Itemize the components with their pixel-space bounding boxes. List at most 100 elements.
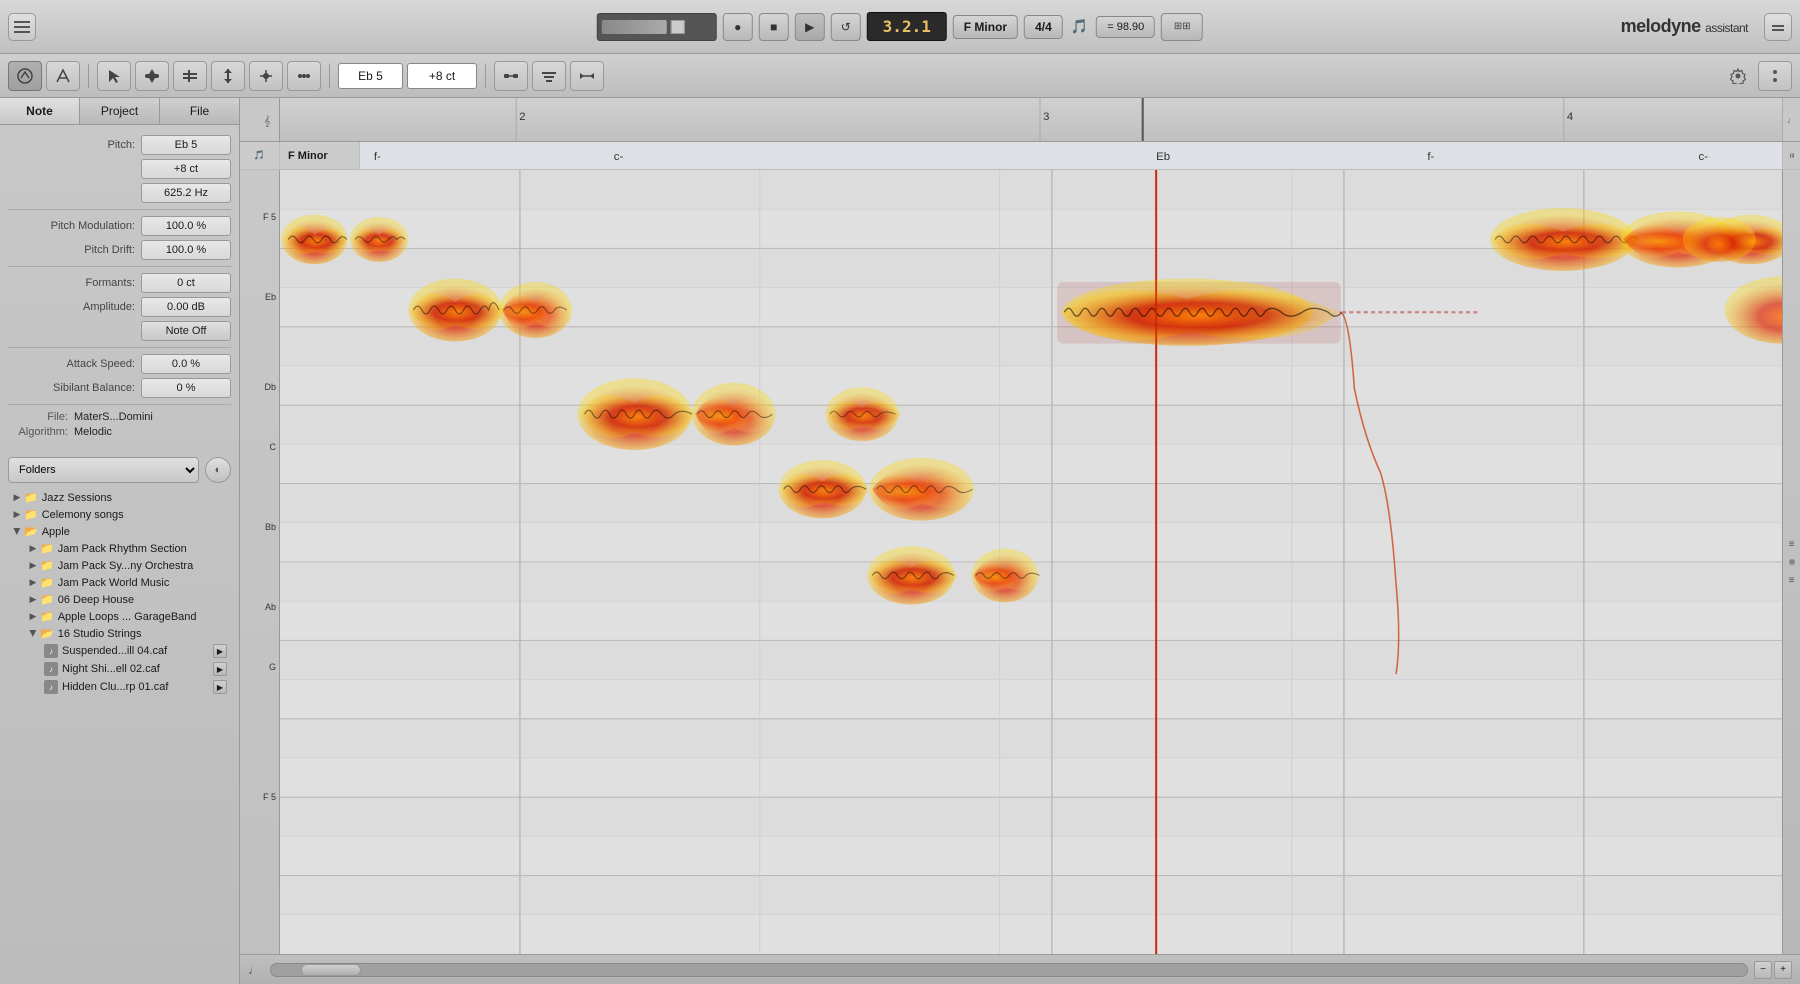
tool-align-button[interactable]	[532, 61, 566, 91]
pitch-drift-value[interactable]: 100.0 %	[141, 240, 231, 260]
tree-item-apple[interactable]: ▶ 📂 Apple	[8, 523, 231, 540]
tab-project[interactable]: Project	[80, 98, 160, 124]
tree-item-symphony[interactable]: ▶ 📁 Jam Pack Sy...ny Orchestra	[24, 557, 231, 574]
tree-item-rhythm[interactable]: ▶ 📁 Jam Pack Rhythm Section	[24, 540, 231, 557]
top-bar-right: melodyne assistant	[1621, 13, 1792, 41]
file-item-hidden[interactable]: ♪ Hidden Clu...rp 01.caf ▶	[40, 678, 231, 696]
record-button[interactable]: ●	[723, 13, 753, 41]
app-logo: melodyne assistant	[1621, 16, 1748, 37]
play-button[interactable]: ▶	[795, 13, 825, 41]
position-display[interactable]: 3.2.1	[867, 12, 947, 41]
tool-pitch-drag-button[interactable]	[135, 61, 169, 91]
tool-extra-button[interactable]	[287, 61, 321, 91]
browser-action-button[interactable]: ◐	[205, 457, 231, 483]
attack-value[interactable]: 0.0 %	[141, 354, 231, 374]
tree-item-world[interactable]: ▶ 📁 Jam Pack World Music	[24, 574, 231, 591]
studio-strings-children: ♪ Suspended...ill 04.caf ▶ ♪ Night Shi..…	[24, 642, 231, 696]
file-label-night: Night Shi...ell 02.caf	[62, 663, 160, 675]
pitch-value[interactable]: Eb 5	[141, 135, 231, 155]
svg-text:F 5: F 5	[263, 212, 276, 222]
formants-label: Formants:	[50, 277, 135, 289]
zoom-in-button[interactable]: +	[1774, 961, 1792, 979]
bottom-bar: ♩ − +	[240, 954, 1800, 984]
file-play-button-1[interactable]: ▶	[213, 644, 227, 658]
pitch-mod-row: Pitch Modulation: 100.0 %	[8, 216, 231, 236]
tool-scale-button[interactable]	[173, 61, 207, 91]
formants-row: Formants: 0 ct	[8, 273, 231, 293]
tab-note[interactable]: Note	[0, 98, 80, 124]
tool-pitch-button[interactable]	[8, 61, 42, 91]
tree-item-garageband[interactable]: ▶ 📁 Apple Loops ... GarageBand	[24, 608, 231, 625]
left-panel: Note Project File Pitch: Eb 5 +8 ct 625.…	[0, 98, 240, 984]
note-off-button[interactable]: Note Off	[141, 321, 231, 341]
file-tree: ▶ 📁 Jazz Sessions ▶ 📁 Celemony songs ▶ 📂…	[8, 489, 231, 978]
tree-item-deephouse[interactable]: ▶ 📁 06 Deep House	[24, 591, 231, 608]
tempo-display[interactable]: = 98.90	[1096, 16, 1155, 38]
sidebar-toggle-button[interactable]	[8, 13, 36, 41]
scroll-thumb[interactable]	[301, 964, 361, 976]
tab-file[interactable]: File	[160, 98, 239, 124]
tool-misc-button[interactable]	[1758, 61, 1792, 91]
chord-bar-right: ≡	[1782, 142, 1800, 169]
divider-2	[8, 266, 231, 267]
pitch-cents-row: +8 ct	[8, 159, 231, 179]
zoom-out-button[interactable]: −	[1754, 961, 1772, 979]
tool-spread-button[interactable]	[570, 61, 604, 91]
file-item-suspended[interactable]: ♪ Suspended...ill 04.caf ▶	[40, 642, 231, 660]
piano-roll-area: 𝄞 2 3 4 ♩	[240, 98, 1800, 984]
pitch-value-display[interactable]: Eb 5	[338, 63, 403, 89]
right-btn-top[interactable]: ≡	[1785, 537, 1799, 551]
folder-selector[interactable]: Folders	[8, 457, 199, 483]
progress-bar[interactable]	[597, 13, 717, 41]
tree-item-celemony[interactable]: ▶ 📁 Celemony songs	[8, 506, 231, 523]
tree-label-rhythm: Jam Pack Rhythm Section	[58, 543, 227, 555]
left-panel-tabs: Note Project File	[0, 98, 239, 125]
tool-select-button[interactable]	[97, 61, 131, 91]
key-signature-label: F Minor	[280, 142, 360, 169]
stop-button[interactable]: ■	[759, 13, 789, 41]
tree-label-deephouse: 06 Deep House	[58, 594, 227, 606]
right-dot	[1789, 559, 1795, 565]
transport-area: ● ■ ▶ ↺ 3.2.1 F Minor 4/4 🎵 = 98.90 ⊞⊞	[597, 12, 1203, 41]
pitch-cents-value[interactable]: +8 ct	[141, 159, 231, 179]
algorithm-value: Melodic	[74, 426, 112, 438]
folder-browser: Folders ◐ ▶ 📁 Jazz Sessions ▶ 📁 Celemony…	[0, 451, 239, 984]
settings-gear-button[interactable]	[1724, 62, 1752, 90]
sibilant-value[interactable]: 0 %	[141, 378, 231, 398]
tool-tuning-button[interactable]	[46, 61, 80, 91]
midi-button[interactable]: ⊞⊞	[1161, 13, 1203, 41]
file-play-button-2[interactable]: ▶	[213, 662, 227, 676]
file-item-night[interactable]: ♪ Night Shi...ell 02.caf ▶	[40, 660, 231, 678]
loop-button[interactable]: ↺	[831, 13, 861, 41]
timeline[interactable]: 2 3 4 ♩	[280, 98, 1800, 141]
file-play-button-3[interactable]: ▶	[213, 680, 227, 694]
pitch-cents-display[interactable]: +8 ct	[407, 63, 477, 89]
amplitude-value[interactable]: 0.00 dB	[141, 297, 231, 317]
key-icon: 🎵	[254, 150, 265, 161]
tool-time-button[interactable]	[211, 61, 245, 91]
pitch-hz-value[interactable]: 625.2 Hz	[141, 183, 231, 203]
audio-file-icon-1: ♪	[44, 644, 58, 658]
tool-distribute-button[interactable]	[494, 61, 528, 91]
pitch-label: Pitch:	[50, 139, 135, 151]
algorithm-label: Algorithm:	[8, 426, 68, 438]
tree-item-studio-strings[interactable]: ▶ 📂 16 Studio Strings	[24, 625, 231, 642]
metronome-icon: 🎵	[1071, 18, 1088, 35]
pitch-mod-value[interactable]: 100.0 %	[141, 216, 231, 236]
key-display[interactable]: F Minor	[953, 15, 1018, 39]
main-layout: Note Project File Pitch: Eb 5 +8 ct 625.…	[0, 98, 1800, 984]
zoom-notes-button[interactable]: ♩	[1787, 115, 1796, 125]
zoom-buttons: − +	[1754, 961, 1792, 979]
formants-value[interactable]: 0 ct	[141, 273, 231, 293]
tree-item-jazz-sessions[interactable]: ▶ 📁 Jazz Sessions	[8, 489, 231, 506]
note-grid[interactable]	[280, 170, 1782, 954]
time-signature[interactable]: 4/4	[1024, 15, 1063, 39]
note-off-row: Note Off	[8, 321, 231, 341]
tree-arrow-garageband: ▶	[28, 611, 38, 622]
audio-file-icon-3: ♪	[44, 680, 58, 694]
tool-snap-button[interactable]	[249, 61, 283, 91]
window-minimize-button[interactable]	[1764, 13, 1792, 41]
tool-separator-3	[485, 64, 486, 88]
right-btn-bottom[interactable]: ≡	[1785, 573, 1799, 587]
scroll-track[interactable]	[270, 963, 1748, 977]
